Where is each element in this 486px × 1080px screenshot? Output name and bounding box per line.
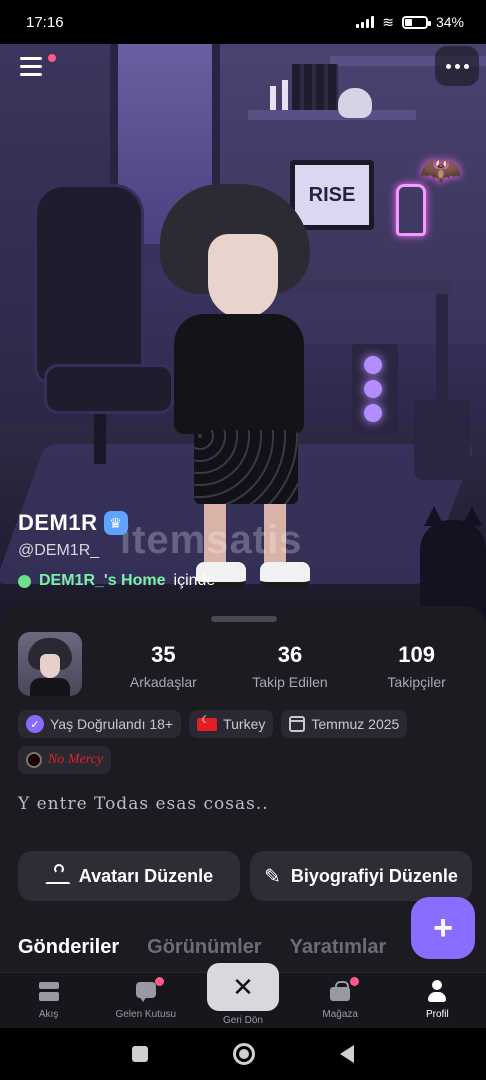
edit-avatar-button[interactable]: Avatarı Düzenle <box>18 851 240 901</box>
close-icon[interactable]: ✕ <box>206 963 279 1011</box>
nav-shop[interactable]: Mağaza <box>292 977 389 1020</box>
stats-row: 35 Arkadaşlar 36 Takip Edilen 109 Takipç… <box>100 642 480 690</box>
nav-label: Geri Dön <box>222 1015 263 1026</box>
home-icon[interactable] <box>232 1043 255 1065</box>
crew-emblem-icon <box>26 752 42 768</box>
age-verified-chip[interactable]: ✓ Yaş Doğrulandı 18+ <box>18 710 182 738</box>
join-date-chip[interactable]: Temmuz 2025 <box>281 710 408 738</box>
stat-friends[interactable]: 35 Arkadaşlar <box>100 642 227 690</box>
display-name: DEM1R <box>18 510 98 535</box>
username-handle: @DEM1R_ <box>18 542 100 559</box>
notification-dot <box>48 54 56 62</box>
status-bar: 17:16 ≋ 34% <box>0 0 486 44</box>
skull-decor <box>338 88 372 118</box>
create-button[interactable]: + <box>411 897 475 959</box>
inbox-icon <box>134 979 158 1003</box>
crew-name: No Mercy <box>48 752 104 767</box>
content-tabs: Gönderiler Görünümler Yaratımlar V <box>18 936 428 959</box>
profile-chips: ✓ Yaş Doğrulandı 18+ Turkey Temmuz 2025 <box>18 710 408 738</box>
stat-value: 109 <box>398 642 435 667</box>
hamburger-icon <box>20 56 42 60</box>
online-status-icon <box>18 574 31 588</box>
chip-label: Yaş Doğrulandı 18+ <box>50 716 174 732</box>
nav-profile[interactable]: Profil <box>389 979 486 1020</box>
verified-badge-icon: ✓ <box>26 715 44 733</box>
button-label: Avatarı Düzenle <box>78 865 214 886</box>
status-icons: ≋ 34% <box>356 14 464 31</box>
turkey-flag-icon <box>197 715 218 731</box>
tab-posts[interactable]: Gönderiler <box>18 936 119 959</box>
stat-following[interactable]: 36 Takip Edilen <box>227 642 354 690</box>
home-link[interactable]: DEM1R_'s Home <box>39 572 166 590</box>
stat-value: 36 <box>277 642 303 667</box>
notification-dot <box>349 977 359 986</box>
status-time: 17:16 <box>26 13 64 31</box>
avatar-thumbnail[interactable] <box>18 632 82 696</box>
hanger-icon <box>45 864 69 884</box>
country-chip[interactable]: Turkey <box>189 710 274 738</box>
menu-button[interactable] <box>12 48 56 84</box>
profile-icon <box>425 979 449 1003</box>
back-icon[interactable] <box>339 1045 354 1063</box>
recents-icon[interactable] <box>132 1046 149 1062</box>
stat-label: Takipçiler <box>387 674 446 690</box>
more-icon <box>445 63 451 69</box>
signal-icon <box>356 16 375 28</box>
battery-icon <box>401 15 431 29</box>
notification-dot <box>155 977 165 986</box>
gaming-chair <box>24 174 174 474</box>
nav-label: Profil <box>425 1009 449 1020</box>
shop-icon <box>328 979 352 1003</box>
location-status[interactable]: DEM1R_'s Home içinde <box>18 572 215 590</box>
system-navigation <box>0 1028 486 1080</box>
stat-value: 35 <box>151 642 176 667</box>
more-options-button[interactable] <box>435 46 479 86</box>
chip-label: Temmuz 2025 <box>311 716 400 732</box>
feed-icon <box>37 979 61 1003</box>
bottom-navigation: Akış Gelen Kutusu ✕ Geri Dön Mağaza Prof… <box>0 963 486 1028</box>
location-suffix: içinde <box>173 572 216 589</box>
crown-icon: ♛ <box>103 511 128 535</box>
pc-tower <box>352 344 398 434</box>
crew-chip[interactable]: No Mercy <box>18 746 112 774</box>
nav-label: Akış <box>38 1009 59 1020</box>
pencil-icon: ✎ <box>264 865 281 888</box>
battery-percent: 34% <box>435 14 464 30</box>
nav-feed[interactable]: Akış <box>0 979 97 1020</box>
books <box>292 64 338 110</box>
tab-looks[interactable]: Görünümler <box>147 936 261 959</box>
button-label: Biyografiyi Düzenle <box>290 865 458 886</box>
stat-label: Arkadaşlar <box>129 674 197 690</box>
calendar-icon <box>289 716 306 732</box>
nav-label: Gelen Kutusu <box>115 1009 177 1020</box>
stat-followers[interactable]: 109 Takipçiler <box>353 642 480 690</box>
neon-coffin-icon <box>396 184 426 236</box>
profile-actions: Avatarı Düzenle ✎ Biyografiyi Düzenle <box>18 851 472 901</box>
chip-label: Turkey <box>223 716 266 732</box>
edit-bio-button[interactable]: ✎ Biyografiyi Düzenle <box>250 851 472 901</box>
tab-creations[interactable]: Yaratımlar <box>290 936 387 959</box>
profile-header: DEM1R ♛ @DEM1R_ DEM1R_'s Home içinde <box>18 510 215 590</box>
trash-bin <box>414 400 470 480</box>
wifi-icon: ≋ <box>382 13 394 30</box>
stat-label: Takip Edilen <box>252 674 328 690</box>
bio-text: Y entre Todas esas cosas.. <box>18 794 269 814</box>
drag-handle[interactable] <box>211 616 277 622</box>
nav-inbox[interactable]: Gelen Kutusu <box>97 977 194 1020</box>
nav-label: Mağaza <box>322 1009 358 1020</box>
